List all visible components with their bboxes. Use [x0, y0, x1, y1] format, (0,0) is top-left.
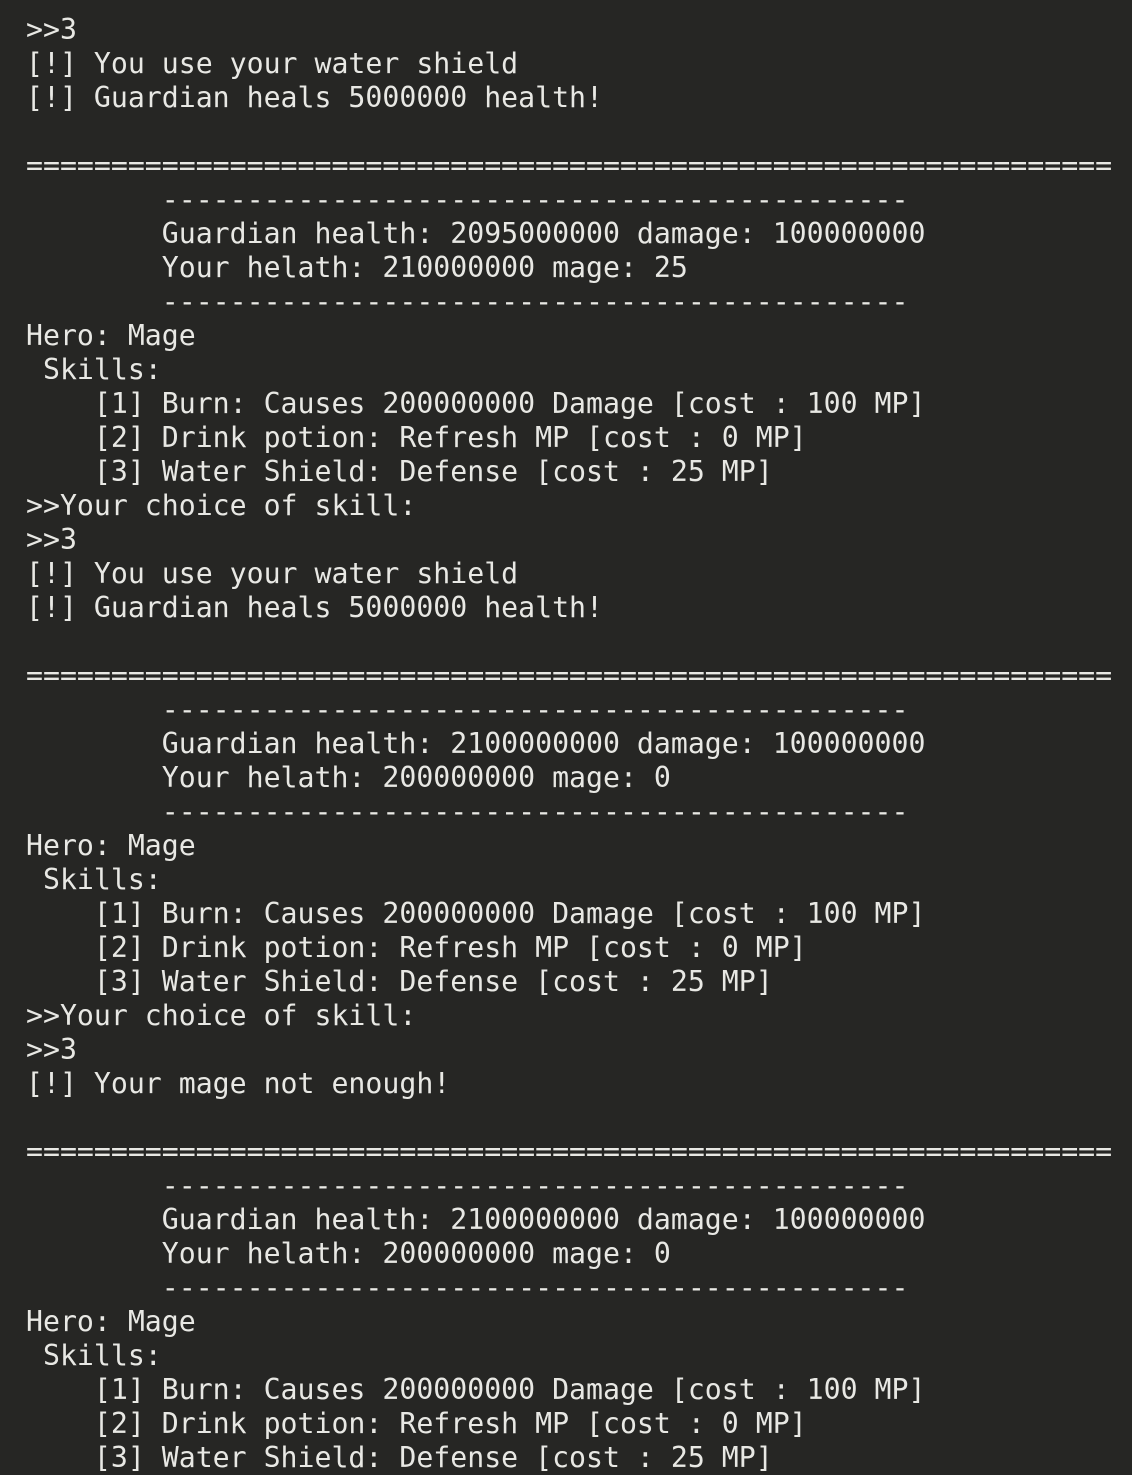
message-line: [!] You use your water shield — [26, 557, 519, 590]
prompt-line: >>Your choice of skill: — [26, 489, 417, 522]
terminal-line: Hero: Mage — [26, 319, 196, 352]
terminal-line: [1] Burn: Causes 200000000 Damage [cost … — [26, 897, 926, 930]
divider-line: ----------------------------------------… — [26, 795, 909, 828]
prompt-line: >>Your choice of skill: — [26, 999, 417, 1032]
message-line: [!] You use your water shield — [26, 47, 519, 80]
terminal-line: Guardian health: 2100000000 damage: 1000… — [26, 727, 926, 760]
separator-line: ========================================… — [26, 149, 1113, 182]
divider-line: ----------------------------------------… — [26, 1169, 909, 1202]
prompt-line: >>3 — [26, 523, 77, 556]
terminal-line: Guardian health: 2095000000 damage: 1000… — [26, 217, 926, 250]
divider-line: ----------------------------------------… — [26, 693, 909, 726]
terminal-output[interactable]: >>3 [!] You use your water shield [!] Guar… — [26, 13, 1126, 1475]
terminal-line: [1] Burn: Causes 200000000 Damage [cost … — [26, 1373, 926, 1406]
terminal-line: Hero: Mage — [26, 1305, 196, 1338]
terminal-line: [2] Drink potion: Refresh MP [cost : 0 M… — [26, 1407, 807, 1440]
terminal-line: [3] Water Shield: Defense [cost : 25 MP] — [26, 455, 773, 488]
terminal-line: [2] Drink potion: Refresh MP [cost : 0 M… — [26, 931, 807, 964]
separator-line: ========================================… — [26, 1135, 1113, 1168]
divider-line: ----------------------------------------… — [26, 285, 909, 318]
terminal-line: [1] Burn: Causes 200000000 Damage [cost … — [26, 387, 926, 420]
prompt-line: >>3 — [26, 13, 77, 46]
message-line: [!] Your mage not enough! — [26, 1067, 451, 1100]
terminal-line: Your helath: 210000000 mage: 25 — [26, 251, 688, 284]
divider-line: ----------------------------------------… — [26, 1271, 909, 1304]
message-line: [!] Guardian heals 5000000 health! — [26, 591, 603, 624]
terminal-line: [2] Drink potion: Refresh MP [cost : 0 M… — [26, 421, 807, 454]
prompt-line: >>3 — [26, 1033, 77, 1066]
terminal-line: Hero: Mage — [26, 829, 196, 862]
terminal-line: [3] Water Shield: Defense [cost : 25 MP] — [26, 1441, 773, 1474]
terminal-line: Guardian health: 2100000000 damage: 1000… — [26, 1203, 926, 1236]
terminal-line: Skills: — [26, 353, 162, 386]
terminal-line: Your helath: 200000000 mage: 0 — [26, 1237, 671, 1270]
terminal-line: [3] Water Shield: Defense [cost : 25 MP] — [26, 965, 773, 998]
message-line: [!] Guardian heals 5000000 health! — [26, 81, 603, 114]
separator-line: ========================================… — [26, 659, 1113, 692]
divider-line: ----------------------------------------… — [26, 183, 909, 216]
terminal-line: Skills: — [26, 1339, 162, 1372]
terminal-line: Skills: — [26, 863, 162, 896]
terminal-line: Your helath: 200000000 mage: 0 — [26, 761, 671, 794]
